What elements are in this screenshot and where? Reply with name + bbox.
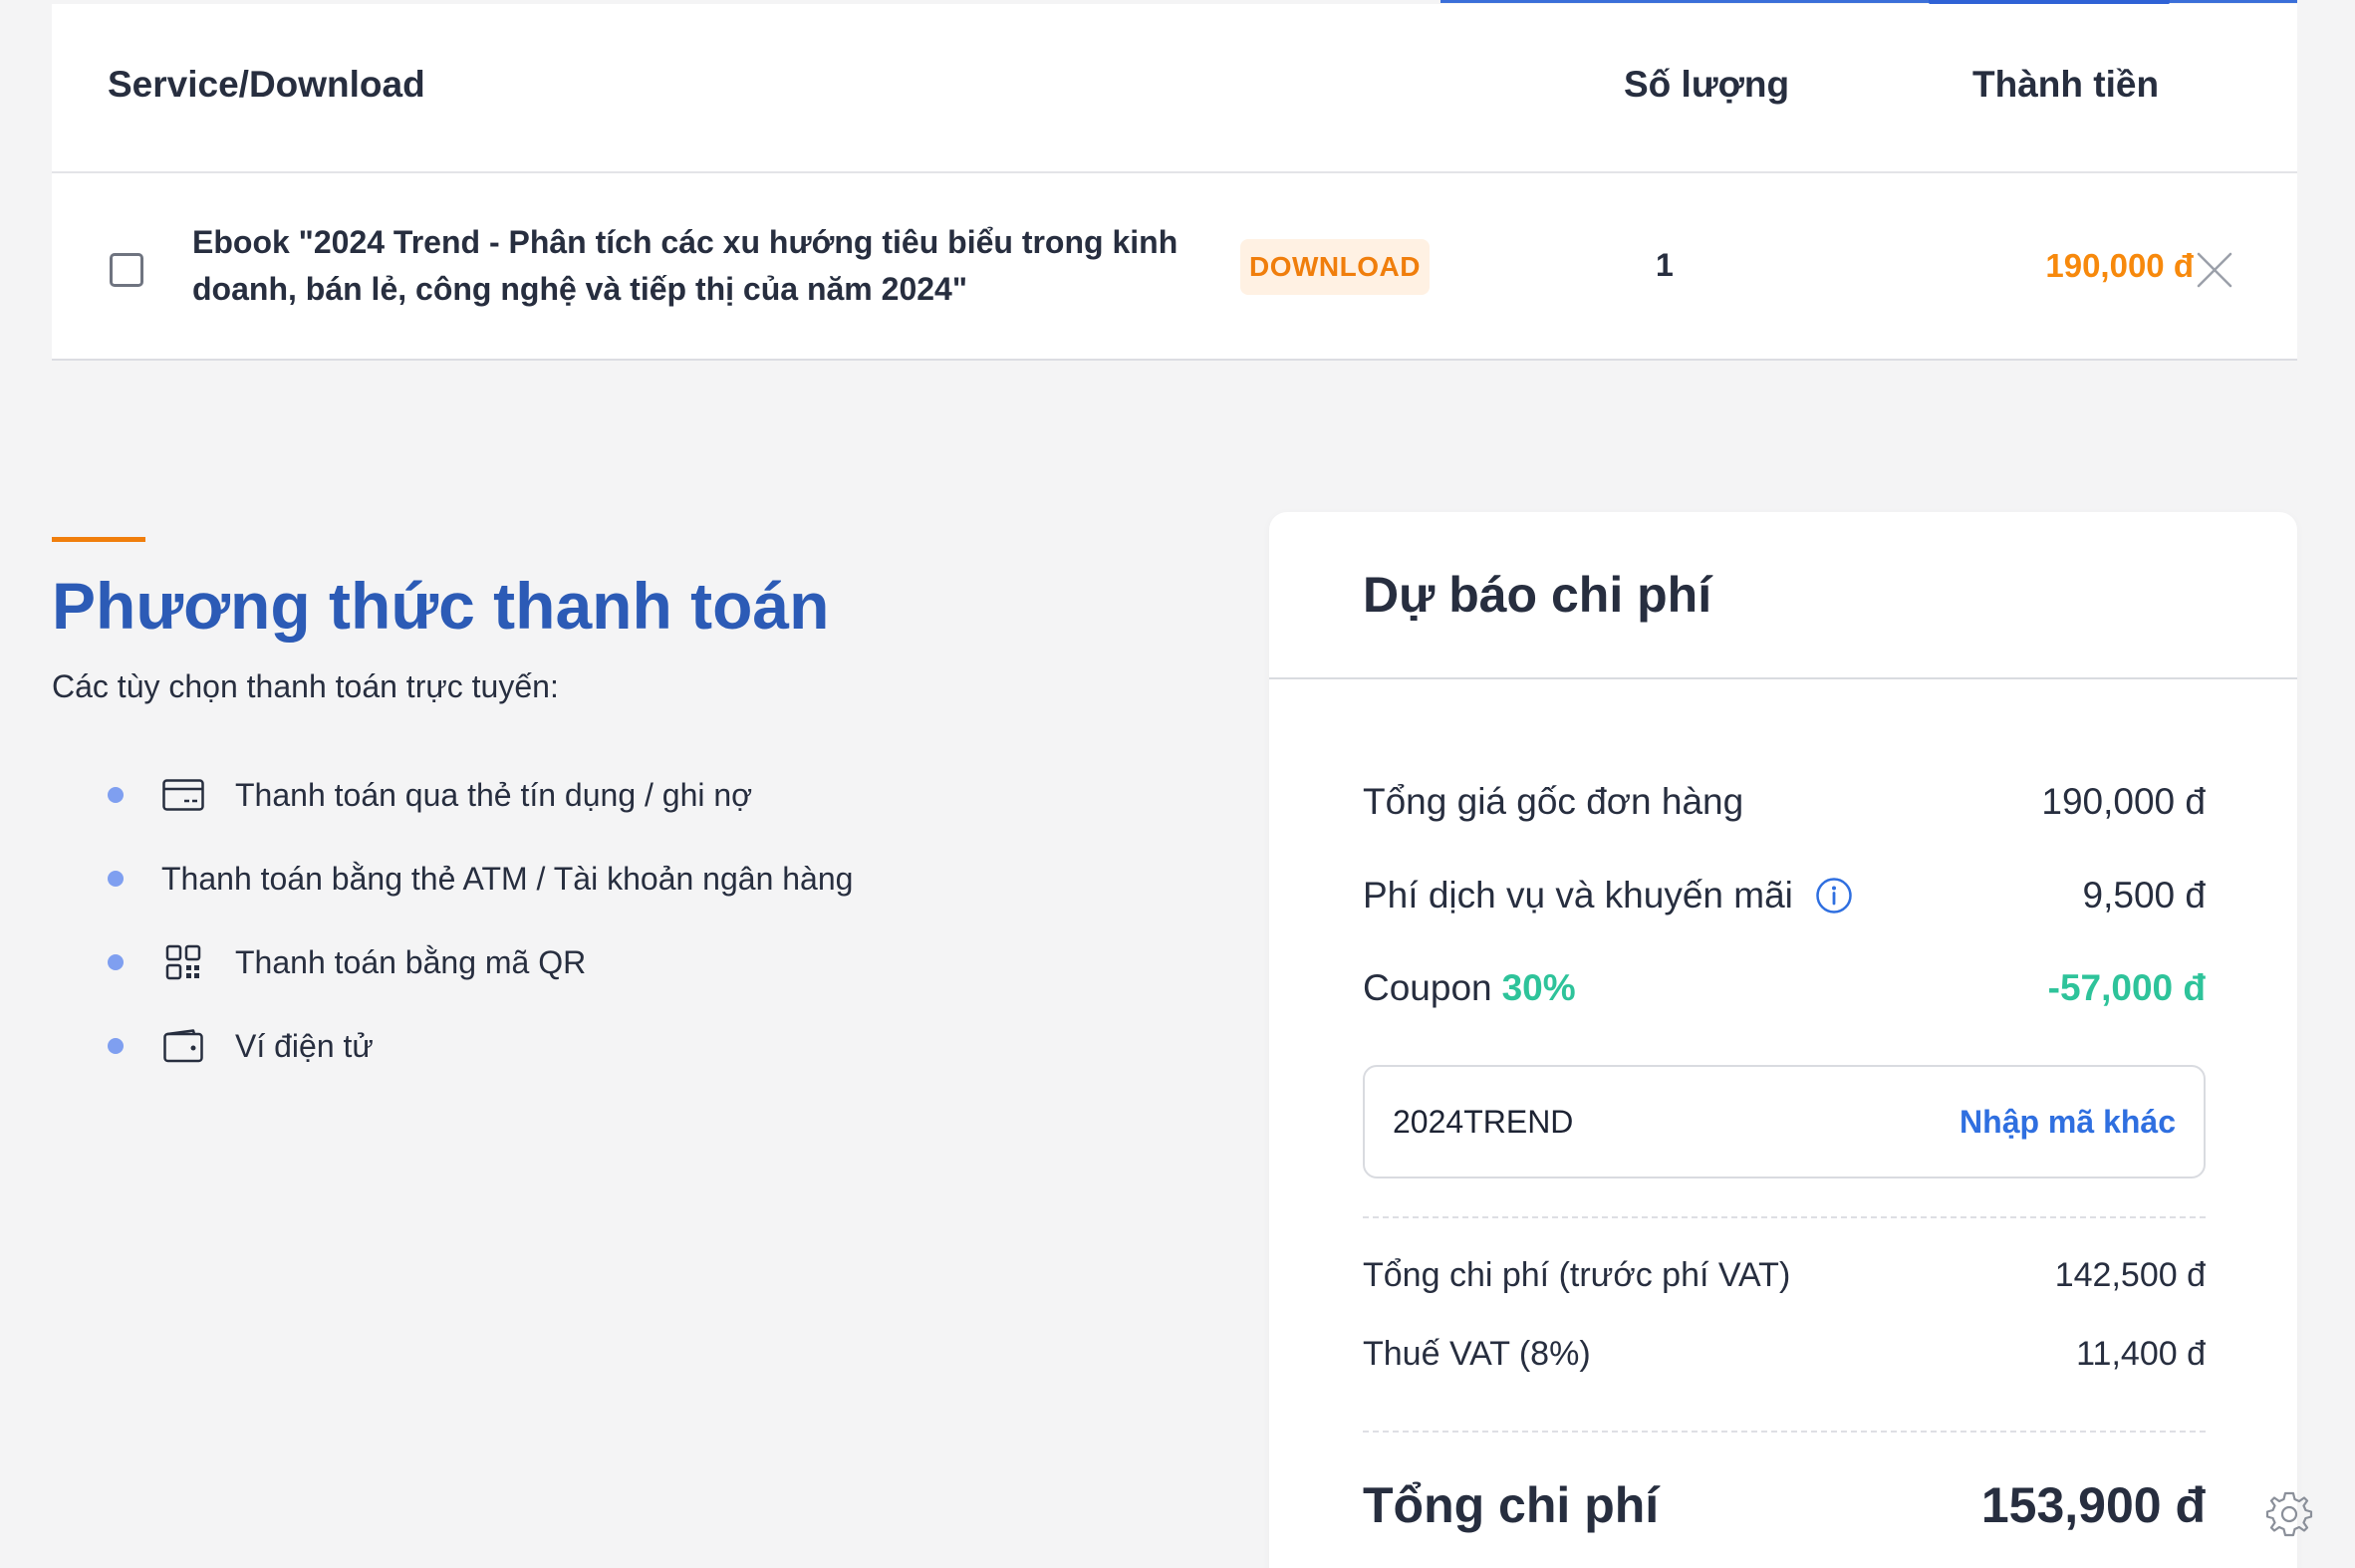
cart-table: Service/Download Số lượng Thành tiền Ebo… <box>52 4 2297 361</box>
coupon-discount-value: -57,000 đ <box>2047 967 2206 1008</box>
vat-row: Thuế VAT (8%) 11,400 đ <box>1363 1329 2206 1379</box>
grand-total-row: Tổng chi phí 153,900 đ <box>1363 1470 2206 1540</box>
column-header-service: Service/Download <box>108 64 425 105</box>
payment-method-label: Thanh toán bằng thẻ ATM / Tài khoản ngân… <box>161 860 854 897</box>
info-icon[interactable] <box>1815 877 1853 915</box>
coupon-code: 2024TREND <box>1393 1103 1574 1140</box>
vat-value: 11,400 đ <box>2076 1334 2206 1373</box>
item-quantity: 1 <box>1656 247 1674 283</box>
coupon-row: Coupon 30% -57,000 đ <box>1363 963 2206 1013</box>
wallet-icon <box>161 1024 205 1068</box>
cost-forecast-card: Dự báo chi phí Tổng giá gốc đơn hàng 190… <box>1269 512 2297 1568</box>
change-coupon-link[interactable]: Nhập mã khác <box>1960 1104 2176 1141</box>
cost-forecast-title: Dự báo chi phí <box>1363 567 1712 623</box>
remove-item-button[interactable] <box>2194 249 2235 291</box>
column-header-total: Thành tiền <box>1972 64 2160 105</box>
payment-method-label: Ví điện tử <box>235 1027 374 1064</box>
subtotal-value: 142,500 đ <box>2054 1255 2206 1294</box>
payment-method-label: Thanh toán qua thẻ tín dụng / ghi nợ <box>235 776 753 813</box>
coupon-label: Coupon <box>1363 967 1492 1008</box>
original-price-row: Tổng giá gốc đơn hàng 190,000 đ <box>1363 777 2206 827</box>
bullet-dot <box>108 954 124 970</box>
original-price-value: 190,000 đ <box>2041 781 2206 822</box>
item-select-checkbox[interactable] <box>110 253 143 287</box>
close-icon <box>2197 252 2232 288</box>
payment-methods-subtitle: Các tùy chọn thanh toán trực tuyến: <box>52 668 559 704</box>
item-price: 190,000 đ <box>2045 247 2194 284</box>
settings-button[interactable] <box>2261 1486 2317 1542</box>
download-badge: DOWNLOAD <box>1240 239 1430 295</box>
list-item-ewallet[interactable]: Ví điện tử <box>104 1004 1000 1088</box>
cart-table-header: Service/Download Số lượng Thành tiền <box>52 4 2297 173</box>
coupon-percent: 30% <box>1501 967 1576 1008</box>
vat-label: Thuế VAT (8%) <box>1363 1334 1591 1373</box>
grand-total-label: Tổng chi phí <box>1363 1477 1660 1533</box>
divider <box>1363 1431 2206 1433</box>
cost-forecast-header: Dự báo chi phí <box>1269 512 2297 679</box>
credit-card-icon <box>161 773 205 817</box>
column-header-quantity: Số lượng <box>1624 64 1790 105</box>
service-fee-label: Phí dịch vụ và khuyến mãi <box>1363 875 1793 915</box>
gear-icon <box>2265 1491 2313 1537</box>
divider <box>1363 1216 2206 1218</box>
subtotal-row: Tổng chi phí (trước phí VAT) 142,500 đ <box>1363 1250 2206 1300</box>
service-fee-label-group: Phí dịch vụ và khuyến mãi <box>1363 875 1853 916</box>
table-row: Ebook "2024 Trend - Phân tích các xu hướ… <box>52 175 2297 361</box>
grand-total-value: 153,900 đ <box>1980 1477 2206 1533</box>
bullet-dot <box>108 787 124 803</box>
coupon-code-box[interactable]: 2024TREND Nhập mã khác <box>1363 1065 2206 1178</box>
bullet-dot <box>108 871 124 887</box>
payment-methods-title: Phương thức thanh toán <box>52 569 830 643</box>
payment-method-label: Thanh toán bằng mã QR <box>235 943 587 980</box>
payment-methods-list: Thanh toán qua thẻ tín dụng / ghi nợ Tha… <box>104 753 1000 1088</box>
list-item-qr[interactable]: Thanh toán bằng mã QR <box>104 920 1000 1004</box>
subtotal-label: Tổng chi phí (trước phí VAT) <box>1363 1255 1791 1294</box>
service-fee-value: 9,500 đ <box>2082 875 2206 915</box>
service-fee-row: Phí dịch vụ và khuyến mãi 9,500 đ <box>1363 871 2206 920</box>
list-item-credit-card[interactable]: Thanh toán qua thẻ tín dụng / ghi nợ <box>104 753 1000 837</box>
item-title: Ebook "2024 Trend - Phân tích các xu hướ… <box>192 224 1178 307</box>
original-price-label: Tổng giá gốc đơn hàng <box>1363 781 1744 822</box>
qr-code-icon <box>161 940 205 984</box>
section-accent-bar <box>52 537 145 542</box>
bullet-dot <box>108 1038 124 1054</box>
list-item-atm[interactable]: Thanh toán bằng thẻ ATM / Tài khoản ngân… <box>104 837 1000 920</box>
coupon-label-group: Coupon 30% <box>1363 967 1576 1009</box>
